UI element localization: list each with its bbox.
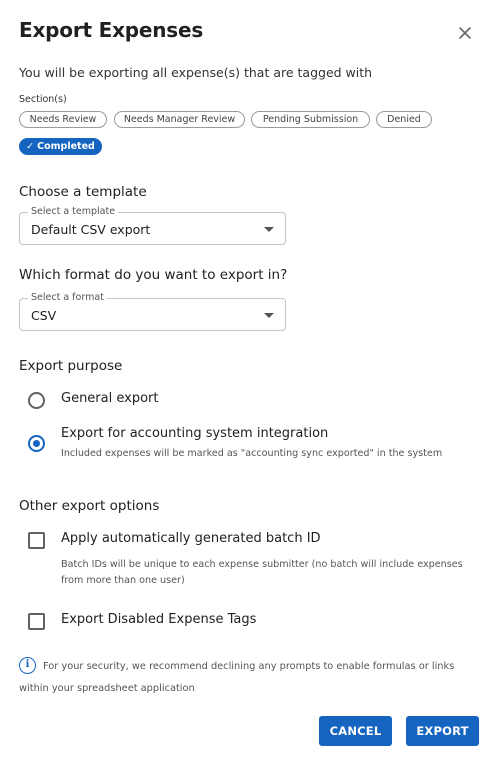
radio-accounting-integration-label[interactable]: Export for accounting system integration xyxy=(61,426,328,441)
dropdown-caret-icon xyxy=(264,227,274,232)
format-heading: Which format do you want to export in? xyxy=(19,267,288,283)
checkbox-batch-id-label[interactable]: Apply automatically generated batch ID xyxy=(61,531,321,546)
dialog-title: Export Expenses xyxy=(19,18,204,42)
chip-needs-review[interactable]: Needs Review xyxy=(19,111,107,128)
checkbox-disabled-tags-label[interactable]: Export Disabled Expense Tags xyxy=(61,612,256,627)
checkbox-disabled-tags[interactable] xyxy=(28,613,45,630)
chip-needs-manager-review[interactable]: Needs Manager Review xyxy=(114,111,245,128)
chip-denied[interactable]: Denied xyxy=(376,111,432,128)
close-icon-glyph xyxy=(459,27,471,39)
template-select-label: Select a template xyxy=(28,206,119,217)
dropdown-caret-icon xyxy=(264,313,274,318)
other-options-heading: Other export options xyxy=(19,498,160,514)
format-select[interactable]: Select a format CSV xyxy=(19,292,286,331)
chip-pending-submission[interactable]: Pending Submission xyxy=(251,111,370,128)
chip-completed-label: Completed xyxy=(37,141,95,152)
template-heading: Choose a template xyxy=(19,184,147,200)
export-button[interactable]: EXPORT xyxy=(406,716,479,746)
chip-completed[interactable]: ✓ Completed xyxy=(19,138,102,155)
accounting-integration-help: Included expenses will be marked as "acc… xyxy=(61,448,443,459)
checkbox-batch-id[interactable] xyxy=(28,532,45,549)
template-select-value: Default CSV export xyxy=(31,222,151,237)
cancel-button[interactable]: CANCEL xyxy=(319,716,392,746)
radio-general-export[interactable] xyxy=(28,392,45,409)
format-select-label: Select a format xyxy=(28,292,107,303)
radio-general-export-label[interactable]: General export xyxy=(61,391,158,406)
purpose-heading: Export purpose xyxy=(19,358,123,374)
batch-id-help-line-1: Batch IDs will be unique to each expense… xyxy=(61,559,463,570)
close-icon[interactable] xyxy=(457,25,473,41)
format-select-value: CSV xyxy=(31,308,57,323)
security-note: For your security, we recommend declinin… xyxy=(19,661,455,694)
check-icon: ✓ xyxy=(26,141,35,152)
sections-label: Section(s) xyxy=(19,94,67,105)
radio-accounting-integration[interactable] xyxy=(28,435,45,452)
dialog-subtitle: You will be exporting all expense(s) tha… xyxy=(19,65,373,80)
template-select[interactable]: Select a template Default CSV export xyxy=(19,206,286,245)
batch-id-help-line-2: from more than one user) xyxy=(61,575,185,586)
export-expenses-dialog: Export Expenses You will be exporting al… xyxy=(0,0,499,766)
